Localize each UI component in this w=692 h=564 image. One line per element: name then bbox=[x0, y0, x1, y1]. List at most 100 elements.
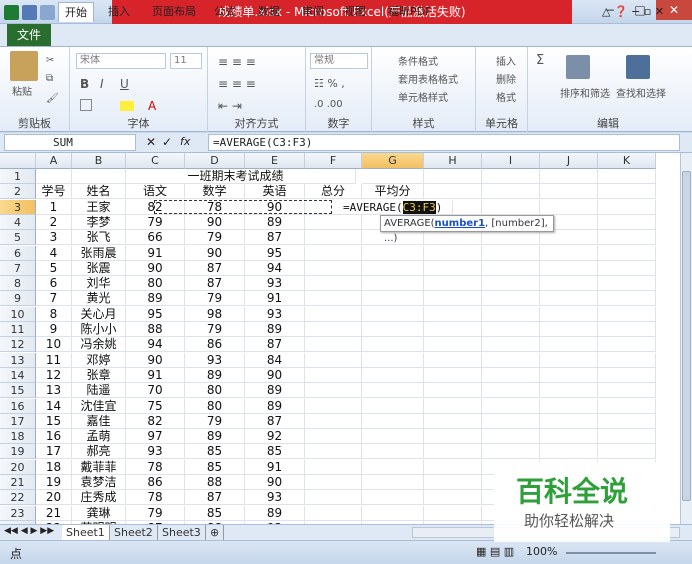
cell[interactable]: 11 bbox=[36, 352, 72, 368]
save-icon[interactable] bbox=[22, 4, 37, 20]
cell[interactable]: 79 bbox=[126, 505, 185, 521]
cell[interactable] bbox=[424, 352, 482, 368]
sheet-tab-2[interactable]: Sheet2 bbox=[110, 525, 158, 540]
cell[interactable] bbox=[362, 169, 424, 184]
select-all-corner[interactable] bbox=[0, 153, 36, 169]
paste-icon[interactable] bbox=[10, 51, 38, 81]
cell[interactable]: 语文 bbox=[126, 184, 185, 200]
cell[interactable] bbox=[362, 306, 424, 322]
cell[interactable] bbox=[598, 260, 656, 276]
cell[interactable] bbox=[598, 322, 656, 337]
cell[interactable]: 89 bbox=[245, 505, 305, 521]
cell[interactable] bbox=[482, 230, 540, 246]
cell[interactable] bbox=[305, 475, 362, 490]
column-header[interactable]: J bbox=[540, 153, 598, 169]
cell[interactable]: 92 bbox=[245, 429, 305, 445]
sheet-nav-icon[interactable]: ◀◀ ◀ ▶ ▶▶ bbox=[4, 526, 54, 536]
cell[interactable]: 庄秀成 bbox=[72, 490, 126, 506]
cell[interactable]: 关心月 bbox=[72, 306, 126, 322]
cell[interactable]: 70 bbox=[126, 383, 185, 399]
format-painter-icon[interactable]: 🖌 bbox=[46, 93, 59, 104]
sheet-tab-3[interactable]: Sheet3 bbox=[158, 525, 206, 540]
cell[interactable]: 78 bbox=[126, 459, 185, 475]
cell[interactable] bbox=[482, 322, 540, 337]
cell[interactable] bbox=[362, 337, 424, 353]
cell[interactable] bbox=[424, 444, 482, 460]
cell[interactable] bbox=[598, 276, 656, 292]
cell[interactable] bbox=[424, 322, 482, 337]
cell[interactable]: 张雨晨 bbox=[72, 245, 126, 261]
tab-page-layout[interactable]: 页面布局 bbox=[146, 2, 202, 22]
cell[interactable] bbox=[362, 367, 424, 383]
row-header[interactable]: 13 bbox=[0, 352, 36, 368]
cell[interactable]: 1 bbox=[36, 199, 72, 215]
conditional-format-button[interactable]: 条件格式 bbox=[398, 53, 438, 68]
cell[interactable]: 陈小小 bbox=[72, 322, 126, 337]
row-header[interactable]: 2 bbox=[0, 184, 36, 200]
row-header[interactable]: 7 bbox=[0, 260, 36, 276]
cell[interactable]: 86 bbox=[126, 475, 185, 490]
cell[interactable]: 19 bbox=[36, 475, 72, 490]
cell[interactable] bbox=[424, 276, 482, 292]
cell[interactable] bbox=[305, 230, 362, 246]
row-header[interactable]: 20 bbox=[0, 459, 36, 475]
row-header[interactable]: 21 bbox=[0, 475, 36, 490]
cell[interactable]: 93 bbox=[245, 276, 305, 292]
cell[interactable]: 79 bbox=[185, 413, 245, 429]
cell[interactable] bbox=[540, 260, 598, 276]
cell[interactable]: 88 bbox=[126, 322, 185, 337]
cell[interactable]: 孟萌 bbox=[72, 429, 126, 445]
vertical-scrollbar[interactable] bbox=[680, 153, 692, 524]
cell[interactable]: 龚琳 bbox=[72, 505, 126, 521]
cell[interactable] bbox=[305, 505, 362, 521]
cell[interactable] bbox=[482, 337, 540, 353]
cell[interactable]: 93 bbox=[245, 306, 305, 322]
fill-color-icon[interactable] bbox=[120, 101, 134, 111]
cell[interactable]: 2 bbox=[36, 214, 72, 230]
cell[interactable]: 98 bbox=[185, 306, 245, 322]
cell[interactable]: 90 bbox=[185, 245, 245, 261]
cell[interactable]: 91 bbox=[245, 459, 305, 475]
cell[interactable] bbox=[482, 444, 540, 460]
cell[interactable]: 张飞 bbox=[72, 230, 126, 246]
cell[interactable] bbox=[598, 306, 656, 322]
cell[interactable]: 79 bbox=[185, 322, 245, 337]
column-header[interactable]: C bbox=[126, 153, 185, 169]
cell[interactable]: 82 bbox=[126, 413, 185, 429]
cell[interactable] bbox=[482, 291, 540, 307]
zoom-slider[interactable] bbox=[566, 552, 656, 554]
row-header[interactable]: 5 bbox=[0, 230, 36, 246]
cell[interactable] bbox=[540, 413, 598, 429]
cell[interactable] bbox=[362, 475, 424, 490]
cell[interactable] bbox=[305, 352, 362, 368]
format-button[interactable]: 格式 bbox=[496, 89, 516, 104]
tab-formulas[interactable]: 公式 bbox=[208, 2, 242, 22]
cell[interactable]: 97 bbox=[126, 429, 185, 445]
cell[interactable] bbox=[482, 367, 540, 383]
view-icons[interactable]: ▦ ▤ ▥ bbox=[476, 545, 514, 558]
cell[interactable] bbox=[362, 352, 424, 368]
cell[interactable] bbox=[482, 383, 540, 399]
cell[interactable] bbox=[482, 398, 540, 414]
tab-review[interactable]: 审阅 bbox=[296, 2, 330, 22]
column-header[interactable]: K bbox=[598, 153, 656, 169]
cell[interactable] bbox=[305, 306, 362, 322]
cell[interactable] bbox=[540, 245, 598, 261]
row-header[interactable]: 3 bbox=[0, 199, 36, 215]
cell[interactable]: 10 bbox=[36, 337, 72, 353]
cell[interactable] bbox=[305, 337, 362, 353]
cell[interactable]: 94 bbox=[245, 260, 305, 276]
cell[interactable]: 英语 bbox=[245, 184, 305, 200]
row-header[interactable]: 1 bbox=[0, 169, 36, 184]
cell[interactable]: 陆遥 bbox=[72, 383, 126, 399]
cell[interactable] bbox=[598, 398, 656, 414]
cell[interactable] bbox=[362, 260, 424, 276]
cell[interactable] bbox=[424, 459, 482, 475]
row-header[interactable]: 16 bbox=[0, 398, 36, 414]
row-header[interactable]: 11 bbox=[0, 322, 36, 337]
cell[interactable] bbox=[362, 490, 424, 506]
row-header[interactable]: 23 bbox=[0, 505, 36, 521]
cell[interactable] bbox=[362, 291, 424, 307]
tab-file[interactable]: 文件 bbox=[7, 24, 51, 46]
cell[interactable] bbox=[305, 413, 362, 429]
